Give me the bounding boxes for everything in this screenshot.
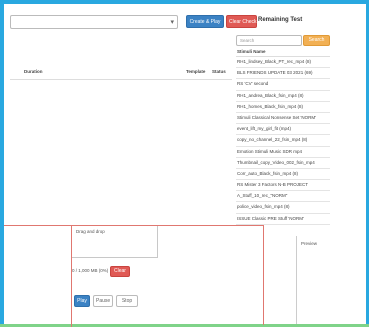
list-item[interactable]: police_video_fsin_mp4 (8): [236, 202, 330, 214]
preview-label: Preview: [301, 241, 318, 246]
list-item[interactable]: RH1_andrea_Black_fsin_mp4 (8): [236, 91, 330, 102]
pause-button[interactable]: Pause: [93, 295, 113, 307]
list-item[interactable]: event_lift_my_girl_fit (mp4): [236, 124, 330, 136]
remaining-test-heading: Remaining Test: [258, 17, 303, 23]
list-item[interactable]: RS Mister 3 Factors N-B PROJECT: [236, 180, 330, 192]
list-header-stimuli-name: Stimuli Name: [236, 47, 330, 57]
create-play-button[interactable]: Create & Play: [186, 15, 224, 28]
search-input[interactable]: Search: [236, 35, 302, 46]
upload-status-text: 0 / 1,000 MB (0%): [72, 268, 109, 273]
list-item[interactable]: Corr_auto_Black_fsin_mp4 (8): [236, 169, 330, 181]
column-header-template: Template: [186, 69, 206, 74]
window-frame-top: [0, 0, 369, 4]
chevron-down-icon: ▾: [170, 19, 174, 26]
clear-upload-button[interactable]: Clear: [110, 266, 130, 277]
list-item[interactable]: RH1_homes_Black_fsin_mp4 (8): [236, 102, 330, 113]
list-item[interactable]: Thumbnail_copy_Video_002_fsin_mp4: [236, 158, 330, 169]
column-header-status: Status: [212, 69, 226, 74]
list-item[interactable]: RH1_lindsey_Black_PT_rec_mp4 (8): [236, 57, 330, 69]
list-item[interactable]: Stimuli Classical Nonsense Set 'NORM': [236, 113, 330, 125]
search-button[interactable]: Search: [303, 35, 330, 46]
list-item[interactable]: ISSUE Classic PRE Stuff 'NORM': [236, 214, 330, 225]
stimuli-select[interactable]: ▾: [10, 15, 178, 29]
list-item[interactable]: copy_no_channel_22_fsin_mp4 (8): [236, 135, 330, 147]
table-header-divider: [10, 79, 232, 80]
play-button[interactable]: Play: [74, 295, 90, 307]
drop-zone-label: Drag and drop: [76, 229, 105, 234]
list-item[interactable]: BLS FRIENDS UPDATE 03 2021 (69): [236, 68, 330, 80]
column-header-duration: Duration: [24, 69, 43, 74]
stop-button[interactable]: Stop: [116, 295, 138, 307]
list-item[interactable]: A_Stuff_10_rec_"NORM": [236, 191, 330, 203]
preview-panel: [296, 236, 366, 324]
list-item[interactable]: Emotion Stimuli Music SDR mp4: [236, 147, 330, 158]
remaining-stimuli-list: Stimuli Name RH1_lindsey_Black_PT_rec_mp…: [236, 47, 330, 225]
list-item[interactable]: RS 'CV' second: [236, 79, 330, 91]
clear-check-button[interactable]: Clear Check: [226, 15, 257, 28]
